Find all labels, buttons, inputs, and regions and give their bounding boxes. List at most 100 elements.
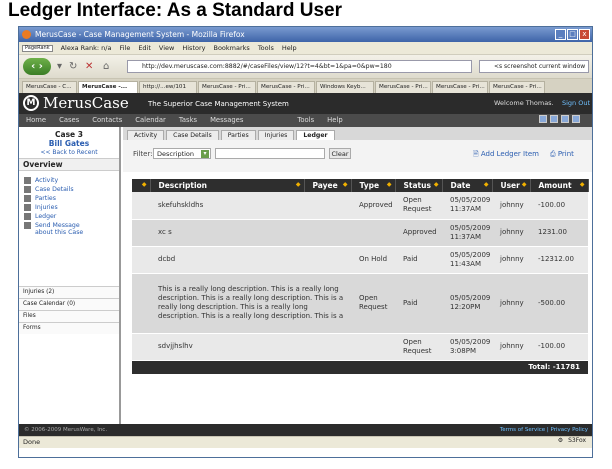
client-name[interactable]: Bill Gates [19, 139, 119, 148]
nav-calendar[interactable]: Calendar [135, 114, 166, 127]
cell-type: On Hold [351, 246, 395, 274]
header-amount[interactable]: Amount ◆ [530, 179, 589, 192]
menu-tools[interactable]: Tools [258, 44, 274, 52]
maximize-button[interactable]: □ [567, 29, 578, 40]
browser-tab[interactable]: MerusCase - Pri... [375, 81, 431, 93]
header-date[interactable]: Date ◆ [442, 179, 493, 192]
nav-spacer [256, 114, 284, 127]
reload-icon[interactable]: ↻ [69, 61, 77, 72]
sign-out-link[interactable]: Sign Out [562, 99, 590, 107]
header-payee[interactable]: Payee ◆ [304, 179, 352, 192]
url-bar[interactable]: http://dev.meruscase.com:8882/#/caseFile… [127, 60, 472, 73]
total-row: Total: -11781 [132, 360, 588, 375]
cell-amount: -100.00 [530, 333, 588, 361]
note-icon[interactable] [561, 115, 569, 123]
browser-window: MerusCase - Case Management System - Moz… [18, 26, 593, 458]
menu-file[interactable]: File [119, 44, 130, 52]
filter-bar: Filter: Description ▾ Clear 🗎 Add Ledger … [123, 140, 592, 172]
section-injuries[interactable]: Injuries (2) [19, 286, 119, 298]
stop-icon[interactable]: ✕ [85, 61, 93, 72]
filter-input[interactable] [215, 148, 325, 159]
status-icons: ⚙ S3Fox [558, 437, 586, 444]
sidebar-item-ledger[interactable]: Ledger [24, 213, 56, 220]
nav-home[interactable]: Home [26, 114, 46, 127]
sidebar-item-activity[interactable]: Activity [24, 177, 58, 184]
sidebar-item-case-details[interactable]: Case Details [24, 186, 74, 193]
browser-tab[interactable]: http://...ew/101 [139, 81, 197, 93]
table-row[interactable]: skefuhskldhs Approved Open Request 05/05/20… [132, 192, 588, 220]
menu-bookmarks[interactable]: Bookmarks [213, 44, 249, 52]
total-label: Total: [528, 362, 551, 371]
s3fox-icon[interactable]: S3Fox [568, 437, 586, 444]
document-icon[interactable] [550, 115, 558, 123]
dropdown-icon[interactable]: ▾ [57, 61, 62, 72]
browser-tab[interactable]: MerusCase - Pri... [257, 81, 315, 93]
add-ledger-item-link[interactable]: 🗎 Add Ledger Item [473, 150, 539, 161]
tab-case-details[interactable]: Case Details [166, 130, 219, 140]
sidebar-item-parties[interactable]: Parties [24, 195, 56, 202]
settings-icon[interactable] [572, 115, 580, 123]
footer-links[interactable]: Terms of Service | Privacy Policy [500, 424, 588, 436]
nav-messages[interactable]: Messages [210, 114, 243, 127]
add-ledger-label: Add Ledger Item [480, 150, 539, 158]
print-link[interactable]: ⎙ Print [550, 150, 574, 159]
cell-description: xc s [150, 219, 304, 247]
cell-status: Open Request [395, 333, 442, 361]
cell-type [351, 333, 395, 361]
arrow-icon [24, 177, 31, 184]
total-value: -11781 [552, 362, 580, 371]
sidebar-item-injuries[interactable]: Injuries [24, 204, 58, 211]
addon-icon[interactable]: ⚙ [558, 437, 563, 444]
ledger-table: ◆ Description ◆ Payee ◆ Type ◆ Status ◆ Date… [132, 179, 589, 393]
pagerank-widget[interactable]: PageRank [22, 44, 53, 52]
section-case-calendar[interactable]: Case Calendar (0) [19, 298, 119, 310]
tab-activity[interactable]: Activity [127, 130, 165, 140]
nav-tasks[interactable]: Tasks [179, 114, 197, 127]
browser-tab[interactable]: MerusCase - C... [22, 81, 77, 93]
menu-edit[interactable]: Edit [138, 44, 151, 52]
tab-injuries[interactable]: Injuries [257, 130, 295, 140]
nav-contacts[interactable]: Contacts [92, 114, 122, 127]
nav-cases[interactable]: Cases [59, 114, 79, 127]
header-description[interactable]: Description ◆ [150, 179, 305, 192]
browser-tab[interactable]: MerusCase - Pri... [432, 81, 488, 93]
back-to-recent-link[interactable]: << Back to Recent [19, 149, 119, 156]
close-button[interactable]: x [579, 29, 590, 40]
clear-button[interactable]: Clear [329, 148, 351, 159]
tab-ledger[interactable]: Ledger [296, 130, 335, 140]
cell-user: johnny [492, 246, 530, 274]
filter-field-select[interactable]: Description ▾ [153, 148, 211, 159]
minimize-button[interactable]: _ [555, 29, 566, 40]
table-row[interactable]: dcbd On Hold Paid 05/05/2009 11:43AM johnny -… [132, 246, 588, 274]
print-label: Print [557, 150, 574, 158]
table-row[interactable]: sdvjjhslhv Open Request 05/05/2009 3:08PM j… [132, 333, 588, 361]
header-user[interactable]: User ◆ [492, 179, 531, 192]
menu-history[interactable]: History [182, 44, 205, 52]
browser-tab-active[interactable]: MerusCase -... [78, 81, 138, 93]
section-forms[interactable]: Forms [19, 322, 119, 334]
sidebar-item-label: Case Details [35, 186, 74, 193]
header-select[interactable]: ◆ [132, 179, 151, 192]
table-row[interactable]: xc s Approved 05/05/2009 11:37AM johnny 1231… [132, 219, 588, 247]
cell-date: 05/05/2009 12:20PM [442, 273, 492, 334]
search-box[interactable]: <s screenshot current window [479, 60, 589, 73]
sidebar-item-send-message[interactable]: Send Message about this Case [24, 222, 99, 236]
header-status[interactable]: Status ◆ [395, 179, 443, 192]
nav-help[interactable]: Help [327, 114, 343, 127]
home-icon[interactable]: ⌂ [103, 61, 109, 72]
cell-amount: -12312.00 [530, 246, 588, 274]
browser-tab[interactable]: MerusCase - Pri... [198, 81, 256, 93]
window-icon[interactable] [539, 115, 547, 123]
menu-help[interactable]: Help [282, 44, 297, 52]
chevron-down-icon: ▾ [201, 150, 209, 158]
browser-tab[interactable]: MerusCase - Pri... [489, 81, 545, 93]
filter-field-value: Description [157, 150, 195, 158]
menu-view[interactable]: View [159, 44, 174, 52]
header-type[interactable]: Type ◆ [351, 179, 396, 192]
browser-tab[interactable]: Windows Keyb... [316, 81, 374, 93]
nav-tools[interactable]: Tools [297, 114, 314, 127]
tab-parties[interactable]: Parties [220, 130, 256, 140]
section-files[interactable]: Files [19, 310, 119, 322]
table-row[interactable]: This is a really long description. This … [132, 273, 588, 334]
back-forward-button[interactable]: ‹ › [23, 58, 51, 75]
